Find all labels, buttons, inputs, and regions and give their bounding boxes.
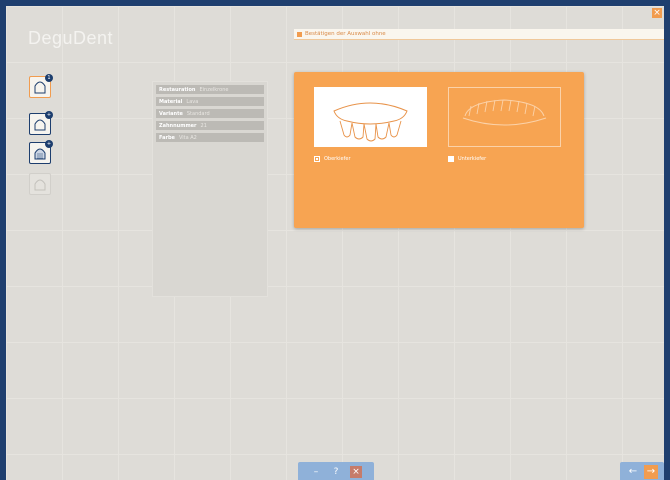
param-row-restoration: Restauration Einzelkrone <box>156 85 264 94</box>
param-row-tooth-number: Zahnnummer 21 <box>156 121 264 130</box>
page-title: Bestätigen der Auswahl ohne <box>305 31 386 37</box>
param-value: Einzelkrone <box>199 86 229 93</box>
param-value: Standard <box>186 110 210 117</box>
radio-unchecked-icon <box>448 156 454 162</box>
model-icon <box>34 148 46 160</box>
disabled-tool-button <box>29 173 51 195</box>
param-value: Vita A2 <box>178 134 197 141</box>
param-row-material: Material Lava <box>156 97 264 106</box>
param-label: Farbe <box>159 134 175 141</box>
lower-jaw-label: Unterkiefer <box>458 156 487 162</box>
upper-jaw-option[interactable] <box>314 87 427 147</box>
tool-badge: 1 <box>45 74 53 82</box>
stop-button[interactable]: × <box>350 466 362 478</box>
close-button[interactable]: × <box>652 8 662 18</box>
parameter-panel: Restauration Einzelkrone Material Lava V… <box>152 81 268 297</box>
next-button[interactable]: → <box>644 465 658 479</box>
upper-jaw-icon <box>333 102 408 142</box>
lower-jaw-option[interactable] <box>448 87 561 147</box>
jaw-selection-panel: Oberkiefer Unterkiefer <box>294 72 584 228</box>
title-bar: Bestätigen der Auswahl ohne <box>294 29 664 40</box>
param-label: Material <box>159 98 183 105</box>
crown-icon <box>34 81 46 94</box>
tool-badge: + <box>45 111 53 119</box>
disabled-tool-icon <box>34 179 46 191</box>
title-marker-icon <box>297 31 302 37</box>
back-button[interactable]: ← <box>626 465 640 479</box>
param-value: Lava <box>186 98 199 105</box>
lower-jaw-radio[interactable]: Unterkiefer <box>448 156 486 162</box>
app-logo: DeguDent <box>28 28 114 48</box>
upper-jaw-label: Oberkiefer <box>324 156 351 162</box>
bridge-icon <box>34 119 46 131</box>
radio-checked-icon <box>314 156 320 162</box>
crown-tool-button[interactable]: 1 <box>29 74 53 98</box>
param-label: Variante <box>159 110 183 117</box>
app-window: DeguDent Bestätigen der Auswahl ohne × 1… <box>6 6 664 480</box>
param-value: 21 <box>200 122 207 129</box>
lower-jaw-icon <box>462 99 547 126</box>
bottom-toolbar: – ? × <box>298 462 374 480</box>
param-label: Restauration <box>159 86 196 93</box>
model-tool-button[interactable]: + <box>29 140 53 164</box>
upper-jaw-radio[interactable]: Oberkiefer <box>314 156 351 162</box>
navigation-bar: ← → <box>620 462 664 480</box>
param-row-variant: Variante Standard <box>156 109 264 118</box>
param-label: Zahnnummer <box>159 122 197 129</box>
param-row-color: Farbe Vita A2 <box>156 133 264 142</box>
tool-badge: + <box>45 140 53 148</box>
bridge-tool-button[interactable]: + <box>29 111 53 135</box>
help-button[interactable]: ? <box>330 466 342 478</box>
minimize-icon[interactable]: – <box>310 466 322 478</box>
